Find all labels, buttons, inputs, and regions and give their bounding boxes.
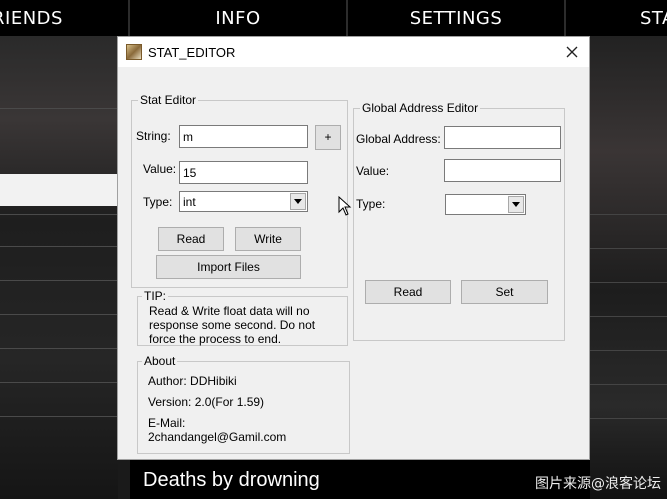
chevron-down-icon [294, 199, 302, 204]
game-tab-settings[interactable]: SETTINGS [348, 0, 566, 36]
chevron-down-icon [512, 202, 520, 207]
close-button[interactable] [559, 40, 585, 64]
dialog-title: STAT_EDITOR [148, 44, 236, 60]
game-tab-friends[interactable]: RIENDS [0, 0, 130, 36]
string-label: String: [136, 129, 171, 143]
app-icon [126, 44, 142, 60]
stat-read-button[interactable]: Read [158, 227, 224, 251]
global-address-legend: Global Address Editor [362, 101, 479, 115]
about-email-label: E-Mail: [148, 416, 186, 430]
dialog-titlebar[interactable]: STAT_EDITOR [118, 37, 589, 67]
mouse-cursor-icon [338, 196, 352, 216]
stat-editor-legend: Stat Editor [140, 93, 197, 107]
game-background-left [0, 36, 118, 499]
global-set-button[interactable]: Set [461, 280, 548, 304]
tip-text: Read & Write float data will no response… [149, 304, 339, 346]
about-legend: About [144, 354, 176, 368]
global-read-button[interactable]: Read [365, 280, 451, 304]
string-input[interactable]: m [179, 125, 308, 148]
import-files-button[interactable]: Import Files [156, 255, 301, 279]
global-address-input[interactable] [444, 126, 561, 149]
value-input[interactable]: 15 [179, 161, 308, 184]
global-value-input[interactable] [444, 159, 561, 182]
global-type-dropdown-button[interactable] [508, 196, 524, 213]
stat-editor-dialog: STAT_EDITOR Stat Editor String: m + Valu… [117, 36, 590, 460]
game-highlighted-row [0, 174, 118, 206]
game-tab-stats[interactable]: STA [566, 0, 667, 36]
tip-legend: TIP: [144, 289, 167, 303]
game-stat-row-label: Deaths by drowning [143, 469, 320, 491]
type-dropdown-button[interactable] [290, 193, 306, 210]
game-background-right [590, 36, 667, 499]
stat-write-button[interactable]: Write [235, 227, 301, 251]
game-tab-settings-label: SETTINGS [409, 7, 503, 29]
global-type-label: Type: [356, 197, 386, 211]
close-icon [566, 46, 578, 58]
tip-line-1: Read & Write float data will no [149, 304, 310, 318]
watermark: 图片来源@浪客论坛 [535, 476, 661, 492]
game-tab-info-label: INFO [215, 7, 261, 29]
global-type-select[interactable] [445, 194, 526, 215]
about-version: Version: 2.0(For 1.59) [148, 395, 265, 409]
tip-line-2: response some second. Do not [149, 318, 316, 332]
game-tab-info[interactable]: INFO [130, 0, 348, 36]
game-tab-bar: RIENDS INFO SETTINGS STA [0, 0, 667, 36]
about-email: 2chandangel@Gamil.com [148, 430, 287, 444]
game-tab-stats-label: STA [640, 7, 667, 29]
type-label: Type: [143, 195, 173, 209]
add-string-button[interactable]: + [315, 125, 341, 150]
game-stat-row: Deaths by drowning [130, 460, 590, 499]
type-select[interactable]: int [179, 191, 308, 212]
global-address-label: Global Address: [356, 132, 441, 146]
value-label: Value: [143, 162, 177, 176]
tip-line-3: force the process to end. [149, 332, 282, 346]
game-tab-friends-label: RIENDS [0, 7, 63, 29]
about-author: Author: DDHibiki [148, 374, 237, 388]
type-select-value: int [183, 195, 196, 209]
global-value-label: Value: [356, 164, 390, 178]
